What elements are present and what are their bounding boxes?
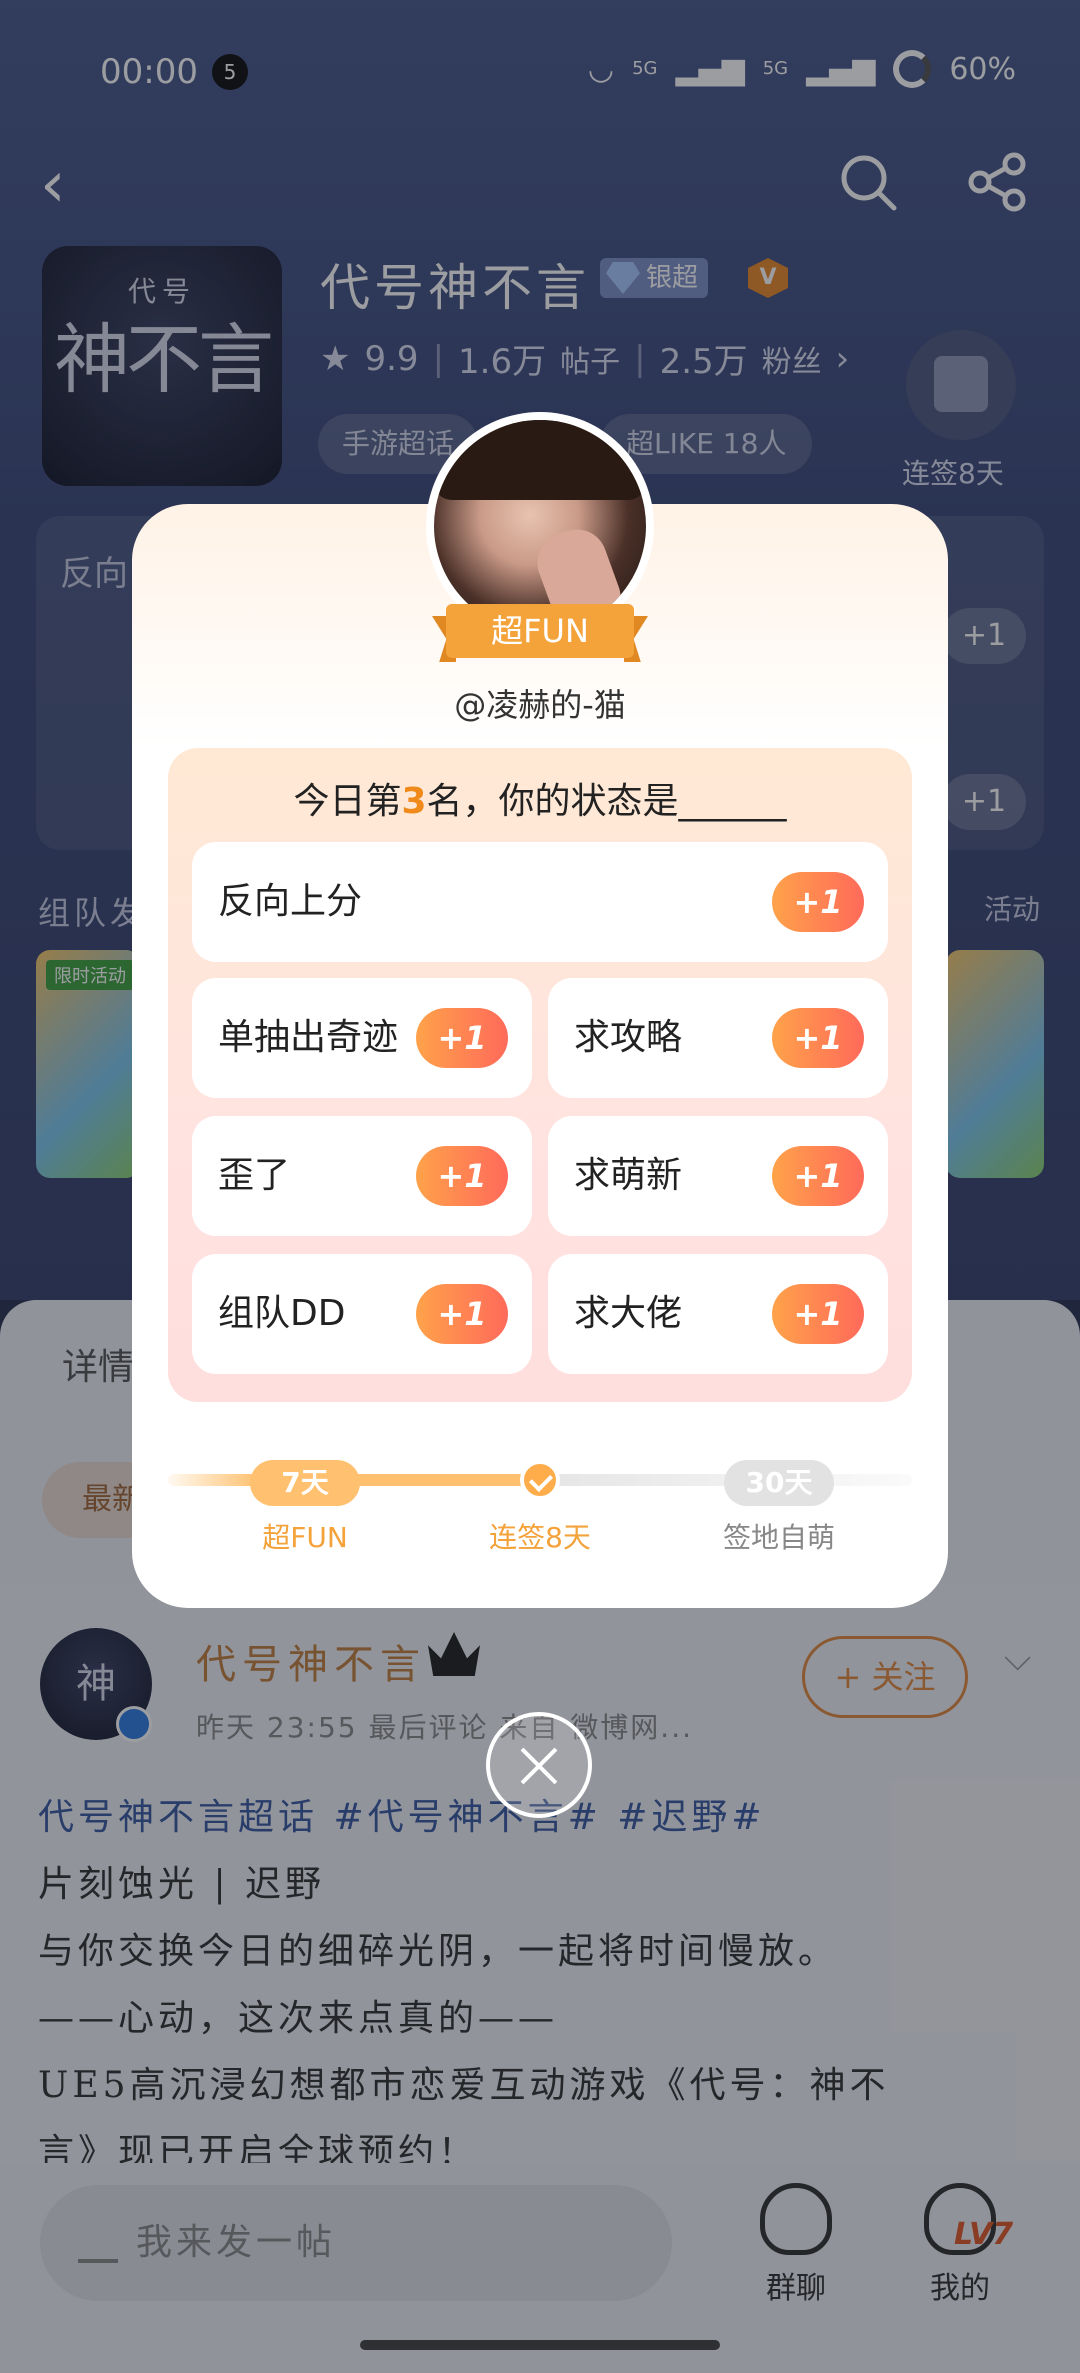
option-reverse-rank[interactable]: 反向上分 +1 [192, 842, 888, 962]
option-label: 求大佬 [574, 1293, 683, 1334]
poll-title: 今日第3名，你的状态是______ [168, 772, 912, 824]
milestone-label: 签地自萌 [722, 1521, 835, 1554]
checkin-progress: 7天 超FUN 连签8天 30天 签地自萌 [168, 1460, 912, 1554]
option-off-banner[interactable]: 歪了 +1 [192, 1116, 532, 1236]
option-label: 单抽出奇迹 [218, 1017, 399, 1058]
milestone-label: 超FUN [262, 1521, 348, 1554]
check-icon [520, 1460, 560, 1500]
plus-one-button[interactable]: +1 [772, 1008, 864, 1068]
poll-title-prefix: 今日第 [293, 781, 402, 822]
option-seek-guide[interactable]: 求攻略 +1 [548, 978, 888, 1098]
option-seek-expert[interactable]: 求大佬 +1 [548, 1254, 888, 1374]
option-seek-newbies[interactable]: 求萌新 +1 [548, 1116, 888, 1236]
ribbon-label: 超FUN [446, 604, 634, 658]
rank-number: 3 [401, 781, 427, 822]
avatar-hair [434, 420, 646, 500]
super-fun-ribbon: 超FUN [432, 604, 648, 662]
plus-one-button[interactable]: +1 [772, 1284, 864, 1344]
plus-one-button[interactable]: +1 [416, 1008, 508, 1068]
milestone-pill-30-days: 30天 [724, 1460, 834, 1506]
option-label: 反向上分 [218, 881, 363, 922]
option-team-up[interactable]: 组队DD +1 [192, 1254, 532, 1374]
poll-title-suffix: 名，你的状态是______ [426, 781, 787, 822]
status-poll: 今日第3名，你的状态是______ 反向上分 +1 单抽出奇迹 +1 求攻略 +… [168, 748, 912, 1402]
plus-one-button[interactable]: +1 [772, 872, 864, 932]
close-icon[interactable] [486, 1712, 592, 1818]
option-single-pull-miracle[interactable]: 单抽出奇迹 +1 [192, 978, 532, 1098]
plus-one-button[interactable]: +1 [416, 1146, 508, 1206]
option-label: 求攻略 [574, 1017, 683, 1058]
avatar-image [434, 420, 646, 632]
milestone-label: 连签8天 [489, 1521, 591, 1554]
plus-one-button[interactable]: +1 [772, 1146, 864, 1206]
plus-one-button[interactable]: +1 [416, 1284, 508, 1344]
option-label: 组队DD [218, 1293, 346, 1334]
milestone-pill-7-days: 7天 [250, 1460, 360, 1506]
option-label: 求萌新 [574, 1155, 683, 1196]
option-label: 歪了 [218, 1155, 291, 1196]
username: @凌赫的-猫 [454, 686, 626, 724]
